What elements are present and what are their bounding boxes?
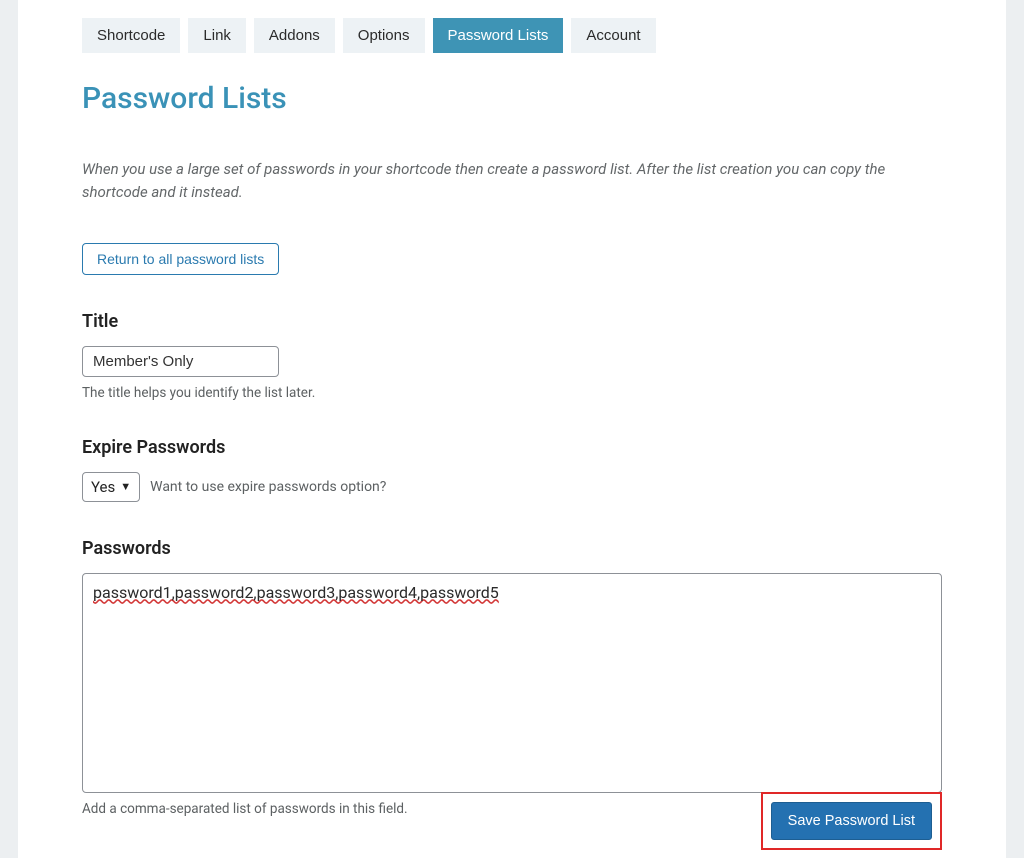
save-button[interactable]: Save Password List (771, 802, 932, 840)
settings-panel: Shortcode Link Addons Options Password L… (18, 0, 1006, 858)
save-highlight: Save Password List (761, 792, 942, 850)
page-title: Password Lists (82, 81, 942, 116)
tab-password-lists[interactable]: Password Lists (433, 18, 564, 53)
return-button[interactable]: Return to all password lists (82, 243, 279, 275)
expire-help: Want to use expire passwords option? (150, 479, 386, 495)
passwords-label: Passwords (82, 538, 942, 559)
passwords-textarea[interactable]: password1,password2,password3,password4,… (82, 573, 942, 793)
tab-link[interactable]: Link (188, 18, 246, 53)
title-input[interactable] (82, 346, 279, 377)
tab-options[interactable]: Options (343, 18, 425, 53)
tab-account[interactable]: Account (571, 18, 655, 53)
expire-label: Expire Passwords (82, 437, 942, 458)
expire-select[interactable]: Yes ▼ (82, 472, 140, 502)
expire-select-value: Yes (91, 478, 115, 496)
nav-tabs: Shortcode Link Addons Options Password L… (82, 18, 942, 53)
page-description: When you use a large set of passwords in… (82, 158, 942, 205)
tab-shortcode[interactable]: Shortcode (82, 18, 180, 53)
title-label: Title (82, 311, 942, 332)
title-help: The title helps you identify the list la… (82, 385, 942, 401)
tab-addons[interactable]: Addons (254, 18, 335, 53)
chevron-down-icon: ▼ (120, 480, 131, 493)
